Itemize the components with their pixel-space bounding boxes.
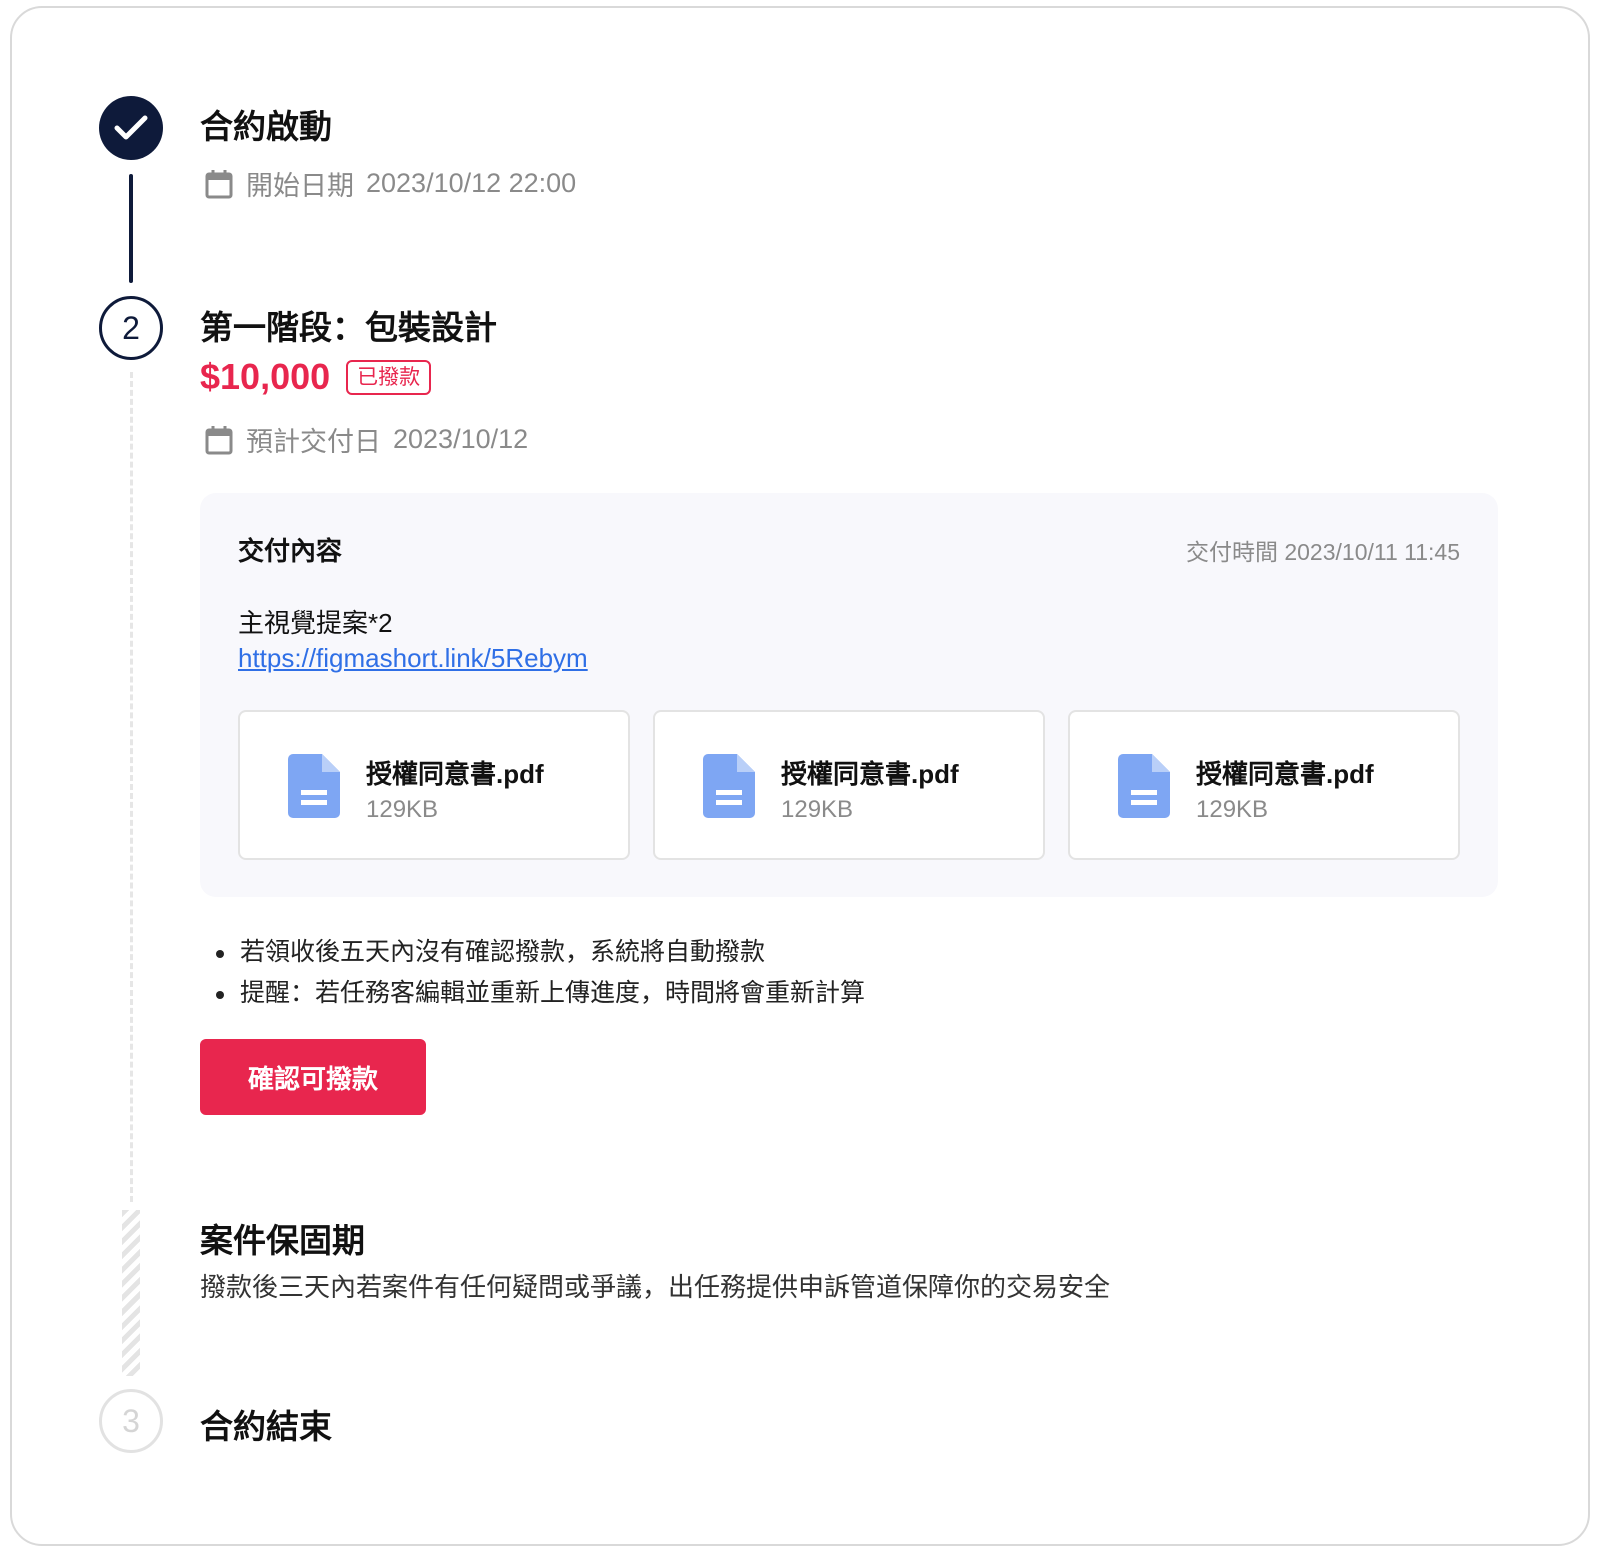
- notes-list: 若領收後五天內沒有確認撥款，系統將自動撥款 提醒：若任務客編輯並重新上傳進度，時…: [214, 932, 865, 1014]
- document-icon: [288, 754, 340, 818]
- delivery-link[interactable]: https://figmashort.link/5Rebym: [238, 643, 588, 674]
- document-icon: [1118, 754, 1170, 818]
- confirm-payment-button[interactable]: 確認可撥款: [200, 1039, 426, 1115]
- start-date-label: 開始日期: [246, 171, 354, 201]
- note-item: 提醒：若任務客編輯並重新上傳進度，時間將會重新計算: [214, 973, 865, 1014]
- file-name: 授權同意書.pdf: [1196, 759, 1374, 789]
- delivery-time: 交付時間 2023/10/11 11:45: [1186, 533, 1460, 567]
- document-icon: [703, 754, 755, 818]
- status-badge: 已撥款: [346, 359, 432, 395]
- file-attachment[interactable]: 授權同意書.pdf 129KB: [238, 710, 630, 860]
- file-name: 授權同意書.pdf: [781, 759, 959, 789]
- calendar-icon: [205, 169, 233, 198]
- file-attachment[interactable]: 授權同意書.pdf 129KB: [1068, 710, 1460, 860]
- warranty-description: 撥款後三天內若案件有任何疑問或爭議，出任務提供申訴管道保障你的交易安全: [200, 1272, 1111, 1302]
- stage-price: $10,000: [200, 356, 331, 397]
- note-item: 若領收後五天內沒有確認撥款，系統將自動撥款: [214, 932, 865, 973]
- step-title-start: 合約啟動: [200, 108, 332, 145]
- file-size: 129KB: [366, 796, 439, 823]
- step-future-marker: 3: [99, 1389, 163, 1453]
- file-name: 授權同意書.pdf: [366, 759, 544, 789]
- due-date: 預計交付日 2023/10/12: [204, 420, 528, 459]
- due-date-value: 2023/10/12: [393, 424, 529, 454]
- start-date: 開始日期 2023/10/12 22:00: [204, 164, 576, 203]
- file-size: 129KB: [781, 796, 854, 823]
- delivery-time-value: 2023/10/11 11:45: [1284, 539, 1460, 565]
- delivery-time-label: 交付時間: [1185, 539, 1278, 565]
- due-date-label: 預計交付日: [246, 427, 381, 457]
- calendar-icon: [205, 425, 233, 454]
- step-current-marker: 2: [99, 296, 163, 360]
- delivery-description: 主視覺提案*2: [238, 608, 393, 638]
- check-icon: [114, 115, 148, 140]
- timeline-line-warranty: [122, 1210, 140, 1376]
- step-completed-marker: [99, 96, 163, 160]
- start-date-value: 2023/10/12 22:00: [366, 168, 577, 198]
- step-number: 2: [122, 309, 140, 346]
- step-title-stage1: 第一階段：包裝設計: [200, 309, 497, 346]
- file-size: 129KB: [1196, 796, 1269, 823]
- file-attachment[interactable]: 授權同意書.pdf 129KB: [653, 710, 1045, 860]
- delivery-title: 交付內容: [238, 536, 343, 566]
- step-title-end: 合約結束: [200, 1408, 332, 1445]
- step-title-warranty: 案件保固期: [200, 1222, 365, 1259]
- timeline-line-pending: [130, 372, 133, 1202]
- timeline-line-completed: [129, 174, 133, 283]
- delivery-panel: 交付內容 交付時間 2023/10/11 11:45 主視覺提案*2 https…: [200, 493, 1498, 897]
- price-row: $10,000 已撥款: [200, 356, 432, 398]
- step-number: 3: [122, 1402, 140, 1439]
